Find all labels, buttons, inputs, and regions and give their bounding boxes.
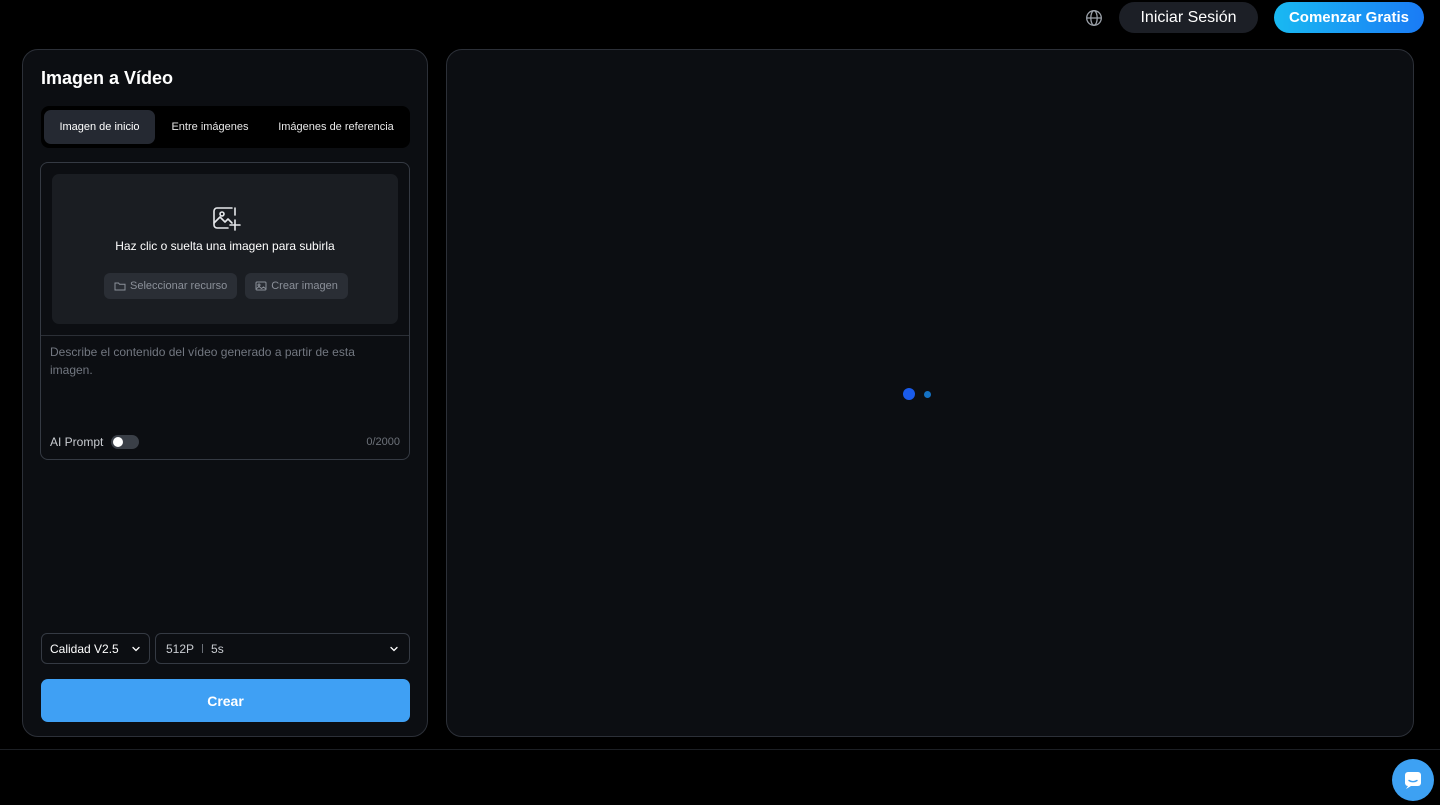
signin-button[interactable]: Iniciar Sesión (1119, 2, 1258, 33)
start-free-button[interactable]: Comenzar Gratis (1274, 2, 1424, 33)
folder-icon (114, 282, 126, 291)
ai-prompt-label: AI Prompt (50, 435, 104, 449)
chevron-down-icon (390, 646, 398, 651)
image-upload-area[interactable]: Haz clic o suelta una imagen para subirl… (52, 174, 398, 324)
generator-panel: Imagen a Vídeo Imagen de inicio Entre im… (22, 49, 428, 737)
duration-value: 5s (211, 641, 224, 656)
quality-select[interactable]: Calidad V2.5 (41, 633, 150, 664)
prompt-input[interactable] (50, 343, 400, 423)
chat-button[interactable] (1392, 759, 1434, 801)
language-button[interactable] (1083, 7, 1105, 29)
ai-prompt-row: AI Prompt (50, 435, 140, 449)
select-resource-button[interactable]: Seleccionar recurso (104, 273, 238, 299)
create-image-label: Crear imagen (271, 280, 338, 292)
globe-icon (1086, 10, 1102, 26)
create-image-button[interactable]: Crear imagen (245, 273, 348, 299)
loading-indicator (903, 388, 931, 400)
chat-icon (1405, 772, 1421, 789)
loading-dot (903, 388, 915, 400)
toggle-knob (113, 437, 124, 447)
upload-instruction: Haz clic o suelta una imagen para subirl… (115, 239, 335, 253)
panel-title: Imagen a Vídeo (41, 68, 174, 88)
loading-dot (924, 390, 931, 398)
preview-panel (446, 49, 1414, 737)
header: Iniciar Sesión Comenzar Gratis (0, 0, 1440, 36)
chevron-down-icon (132, 646, 140, 651)
mode-tabs: Imagen de inicio Entre imágenes Imágenes… (41, 106, 410, 148)
quality-value: Calidad V2.5 (50, 641, 119, 656)
select-resource-label: Seleccionar recurso (130, 280, 228, 292)
create-button[interactable]: Crear (41, 679, 410, 722)
image-add-icon (213, 207, 241, 231)
footer-divider (0, 749, 1440, 750)
char-count: 0/2000 (366, 436, 400, 448)
divider (41, 335, 409, 336)
resolution-duration-values: 512P 5s (166, 642, 224, 656)
ai-prompt-toggle[interactable] (111, 435, 140, 449)
tab-between-images[interactable]: Entre imágenes (155, 110, 265, 144)
resolution-duration-select[interactable]: 512P 5s (155, 633, 410, 664)
tab-reference-images[interactable]: Imágenes de referencia (265, 110, 407, 144)
prompt-box: Haz clic o suelta una imagen para subirl… (40, 162, 410, 460)
separator (202, 644, 204, 653)
resolution-value: 512P (166, 641, 195, 656)
page: Iniciar Sesión Comenzar Gratis Imagen a … (0, 0, 1440, 805)
tab-start-image[interactable]: Imagen de inicio (44, 110, 155, 144)
upload-actions: Seleccionar recurso Crear imagen (104, 273, 348, 299)
image-sparkle-icon (255, 281, 267, 291)
